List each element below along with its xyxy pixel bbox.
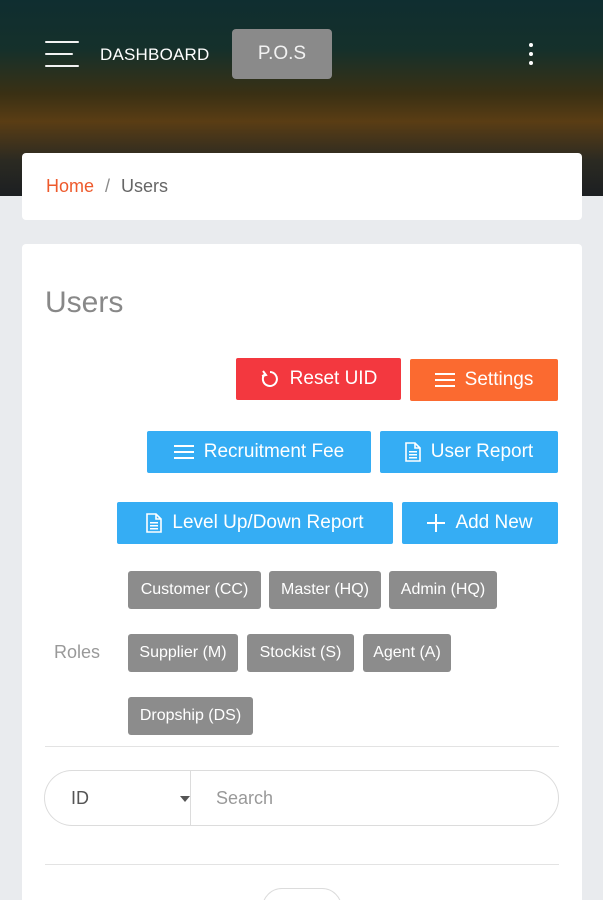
breadcrumb-separator: /: [105, 176, 111, 196]
user-report-label: User Report: [430, 441, 534, 462]
role-chip-stockist[interactable]: Stockist (S): [247, 634, 354, 672]
list-icon: [434, 372, 455, 388]
add-new-label: Add New: [455, 512, 533, 533]
role-chip-admin[interactable]: Admin (HQ): [389, 571, 497, 609]
hamburger-menu-icon[interactable]: [45, 40, 79, 68]
reset-uid-button[interactable]: Reset UID: [236, 358, 401, 400]
search-input[interactable]: [190, 770, 559, 826]
settings-label: Settings: [464, 369, 534, 390]
user-report-button[interactable]: User Report: [380, 431, 558, 473]
recruitment-fee-label: Recruitment Fee: [203, 441, 345, 462]
roles-label: Roles: [54, 642, 101, 662]
role-chip-customer[interactable]: Customer (CC): [128, 571, 261, 609]
breadcrumb-current: Users: [121, 176, 169, 196]
page-title: Users: [45, 286, 124, 319]
pos-button[interactable]: P.O.S: [232, 29, 332, 79]
users-panel: Users Reset UID Settings Recruitment Fee…: [22, 244, 582, 900]
search-field-select[interactable]: ID: [44, 770, 190, 826]
add-new-button[interactable]: Add New: [402, 502, 558, 544]
list-icon: [173, 444, 194, 460]
role-chip-agent[interactable]: Agent (A): [363, 634, 451, 672]
breadcrumb: Home / Users: [22, 153, 582, 220]
document-icon: [404, 442, 421, 462]
kebab-menu-icon[interactable]: [522, 40, 540, 68]
dashboard-link[interactable]: DASHBOARD: [100, 45, 210, 65]
role-chip-master[interactable]: Master (HQ): [269, 571, 381, 609]
document-icon: [146, 513, 163, 533]
role-chip-supplier[interactable]: Supplier (M): [128, 634, 238, 672]
level-up-down-report-label: Level Up/Down Report: [172, 512, 364, 533]
reset-uid-label: Reset UID: [289, 368, 378, 389]
pagination-control[interactable]: [262, 888, 342, 900]
caret-down-icon: [180, 796, 190, 802]
plus-icon: [427, 514, 446, 532]
search-field-value: ID: [71, 787, 89, 808]
reset-icon: [260, 369, 280, 389]
level-up-down-report-button[interactable]: Level Up/Down Report: [117, 502, 393, 544]
breadcrumb-home-link[interactable]: Home: [46, 176, 94, 197]
divider: [45, 746, 559, 747]
divider: [45, 864, 559, 865]
role-chip-dropship[interactable]: Dropship (DS): [128, 697, 253, 735]
settings-button[interactable]: Settings: [410, 359, 558, 401]
recruitment-fee-button[interactable]: Recruitment Fee: [147, 431, 371, 473]
